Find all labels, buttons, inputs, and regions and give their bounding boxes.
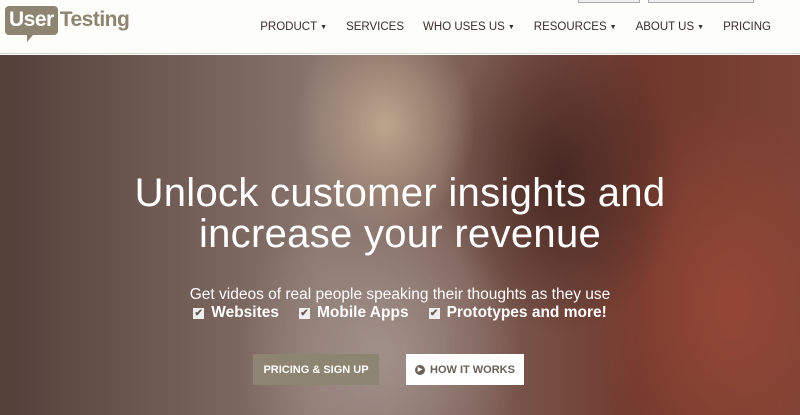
nav-label: RESOURCES xyxy=(533,21,607,33)
caret-down-icon: ▼ xyxy=(320,23,328,31)
pricing-signup-button[interactable]: PRICING & SIGN UP xyxy=(253,354,379,385)
site-header: User Testing PRODUCT ▼ SERVICES WHO USES … xyxy=(0,0,800,54)
logo-speech-bubble: User xyxy=(5,6,58,42)
nav-label: PRICING xyxy=(723,21,771,33)
play-icon: ▶ xyxy=(415,364,426,375)
check-item: ✔ Mobile Apps xyxy=(299,304,409,322)
check-label: Websites xyxy=(211,304,279,321)
checkbox-icon: ✔ xyxy=(193,307,205,319)
caret-down-icon: ▼ xyxy=(507,23,515,31)
check-item: ✔ Prototypes and more! xyxy=(428,304,607,322)
nav-resources[interactable]: RESOURCES ▼ xyxy=(534,21,617,33)
top-utility-button[interactable] xyxy=(648,0,754,3)
nav-label: ABOUT US xyxy=(635,21,695,33)
nav-label: PRODUCT xyxy=(260,21,318,33)
checkbox-icon: ✔ xyxy=(299,307,310,319)
nav-who-uses-us[interactable]: WHO USES US ▼ xyxy=(423,21,515,33)
check-item: ✔ Websites xyxy=(193,304,279,322)
button-label: HOW IT WORKS xyxy=(430,363,515,376)
headline-line-1: Unlock customer insights and xyxy=(134,171,666,215)
feature-checklist: ✔ Websites ✔ Mobile Apps ✔ Prototypes and m… xyxy=(0,304,800,322)
nav-label: SERVICES xyxy=(346,21,405,33)
check-label: Prototypes and more! xyxy=(446,304,607,321)
caret-down-icon: ▼ xyxy=(609,23,617,31)
main-nav: PRODUCT ▼ SERVICES WHO USES US ▼ RESOURCES… xyxy=(260,21,771,33)
hero-subtitle: Get videos of real people speaking their… xyxy=(189,286,611,303)
check-label: Mobile Apps xyxy=(317,304,409,321)
headline-line-2: increase your revenue xyxy=(198,212,602,256)
hero-section: Unlock customer insights and increase yo… xyxy=(0,55,800,415)
nav-product[interactable]: PRODUCT ▼ xyxy=(260,21,327,33)
caret-down-icon: ▼ xyxy=(697,23,705,31)
how-it-works-button[interactable]: ▶ HOW IT WORKS xyxy=(406,354,524,385)
hero-headline: Unlock customer insights and increase yo… xyxy=(0,173,800,255)
nav-services[interactable]: SERVICES xyxy=(346,21,404,33)
usertesting-logo[interactable]: User Testing xyxy=(5,6,130,42)
nav-pricing[interactable]: PRICING xyxy=(723,21,771,33)
nav-label: WHO USES US xyxy=(423,21,505,33)
top-utility-button[interactable] xyxy=(578,0,640,3)
nav-about-us[interactable]: ABOUT US ▼ xyxy=(636,21,705,33)
checkbox-icon: ✔ xyxy=(428,307,440,319)
logo-text: Testing xyxy=(59,8,130,31)
